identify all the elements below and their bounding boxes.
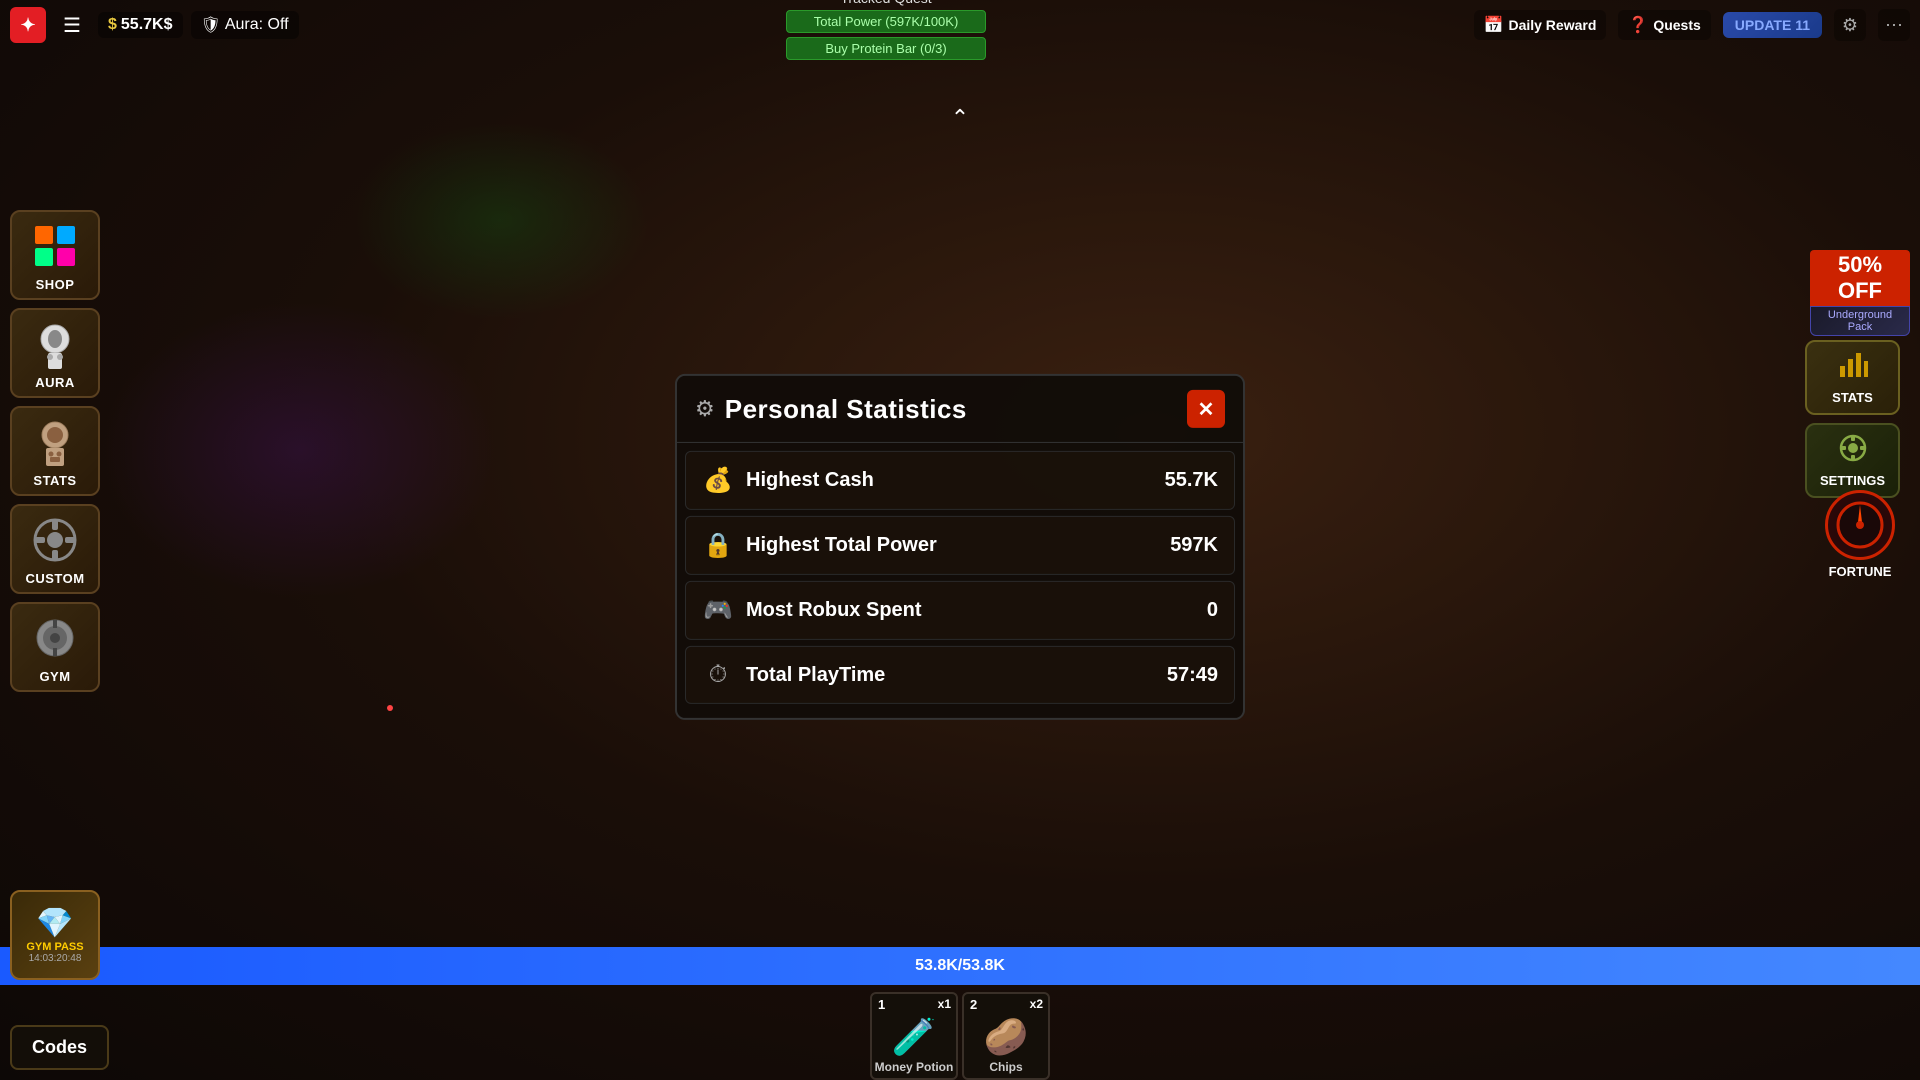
- tracked-quest-label: Tracked Quest: [840, 0, 931, 6]
- cash-display: $ 55.7K$: [98, 12, 183, 38]
- stat-row-2: 🎮 Most Robux Spent 0: [685, 581, 1235, 640]
- fortune-btn[interactable]: FORTUNE: [1810, 490, 1910, 590]
- aura-label-sidebar: AURA: [35, 375, 75, 390]
- right-sidebar: STATS SETTINGS: [1805, 340, 1900, 498]
- bg-green: [350, 120, 650, 320]
- stat-row-3: ⏱ Total PlayTime 57:49: [685, 646, 1235, 704]
- aura-label: Aura: Off: [225, 16, 289, 34]
- settings-panel-label: SETTINGS: [1820, 473, 1885, 488]
- stats-panel-icon: [1838, 351, 1868, 386]
- inv-slot-2-name: Chips: [989, 1060, 1022, 1074]
- daily-reward-icon: 📅: [1484, 15, 1504, 35]
- stat-row-0: 💰 Highest Cash 55.7K: [685, 451, 1235, 510]
- gym-pass-label: GYM PASS: [26, 941, 83, 953]
- fortune-label: FORTUNE: [1829, 564, 1892, 579]
- inventory-bar: 1 x1 🧪 Money Potion 2 x2 🥔 Chips: [870, 992, 1050, 1080]
- stat-icon-0: 💰: [702, 466, 734, 495]
- promo-pack-label: Underground Pack: [1810, 306, 1910, 336]
- menu-icon[interactable]: ☰: [54, 7, 90, 43]
- quest1-bar[interactable]: Total Power (597K/100K): [786, 10, 986, 33]
- sidebar-item-aura[interactable]: AURA: [10, 308, 100, 398]
- stat-name-0: Highest Cash: [746, 469, 1126, 492]
- aura-icon: 🛡: [201, 15, 221, 35]
- dialog-title: Personal Statistics: [725, 393, 967, 424]
- dialog-header-icon: ⚙: [695, 396, 715, 422]
- gym-icon-sidebar: [28, 610, 83, 665]
- promo-badge[interactable]: 50% OFF Underground Pack 19:01: [1810, 250, 1910, 335]
- stat-name-1: Highest Total Power: [746, 534, 1126, 557]
- topbar-center: Tracked Quest Total Power (597K/100K) Bu…: [299, 0, 1474, 60]
- inv-slot-1[interactable]: 1 x1 🧪 Money Potion: [870, 992, 958, 1080]
- stat-icon-1: 🔒: [702, 531, 734, 560]
- inv-slot-1-icon: 🧪: [892, 1016, 937, 1058]
- chevron-up-icon[interactable]: ⌃: [951, 105, 969, 131]
- inv-slot-2[interactable]: 2 x2 🥔 Chips: [962, 992, 1050, 1080]
- quests-btn[interactable]: ❓ Quests: [1618, 10, 1710, 40]
- roblox-icon[interactable]: ✦: [10, 7, 46, 43]
- stats-panel-btn[interactable]: STATS: [1805, 340, 1900, 415]
- stats-panel-label: STATS: [1832, 390, 1873, 405]
- aura-display: 🛡 Aura: Off: [191, 11, 299, 39]
- topbar: ✦ ☰ $ 55.7K$ 🛡 Aura: Off Tracked Quest T…: [0, 0, 1920, 50]
- gym-pass-time: 14:03:20:48: [29, 953, 82, 964]
- daily-reward-btn[interactable]: 📅 Daily Reward: [1474, 10, 1607, 40]
- stat-icon-2: 🎮: [702, 596, 734, 625]
- shop-icon: [28, 218, 83, 273]
- codes-btn[interactable]: Codes: [10, 1025, 109, 1070]
- sidebar-item-custom[interactable]: CUSTOM: [10, 504, 100, 594]
- personal-statistics-dialog: ⚙ Personal Statistics ✕ 💰 Highest Cash 5…: [675, 374, 1245, 720]
- more-options-icon[interactable]: ⋯: [1878, 9, 1910, 41]
- gym-pass-icon: 💎: [36, 906, 73, 941]
- inv-slot-2-icon: 🥔: [984, 1016, 1029, 1058]
- topbar-right: 📅 Daily Reward ❓ Quests UPDATE 11 ⚙ ⋯: [1474, 9, 1910, 41]
- xp-bar: 53.8K/53.8K: [0, 947, 1920, 985]
- promo-off: 50% OFF: [1810, 250, 1910, 306]
- gym-label-sidebar: GYM: [39, 669, 70, 684]
- settings-panel-btn[interactable]: SETTINGS: [1805, 423, 1900, 498]
- update-badge[interactable]: UPDATE 11: [1723, 12, 1822, 38]
- custom-icon-sidebar: [28, 512, 83, 567]
- stat-name-3: Total PlayTime: [746, 663, 1126, 686]
- stat-value-1: 597K: [1138, 534, 1218, 557]
- inv-slot-2-number: 2: [970, 997, 977, 1012]
- dialog-body: 💰 Highest Cash 55.7K 🔒 Highest Total Pow…: [677, 443, 1243, 718]
- quests-icon: ❓: [1628, 15, 1648, 35]
- sidebar-item-shop[interactable]: SHOP: [10, 210, 100, 300]
- sidebar-item-stats[interactable]: STATS: [10, 406, 100, 496]
- quest2-bar[interactable]: Buy Protein Bar (0/3): [786, 37, 986, 60]
- inv-slot-1-name: Money Potion: [875, 1060, 954, 1074]
- fortune-circle: [1825, 490, 1895, 560]
- inv-slot-2-count: x2: [1030, 997, 1043, 1011]
- xp-bar-container: 53.8K/53.8K: [0, 947, 1920, 985]
- stats-icon-sidebar: [28, 414, 83, 469]
- stat-value-0: 55.7K: [1138, 469, 1218, 492]
- stat-icon-3: ⏱: [702, 661, 734, 689]
- quests-label: Quests: [1653, 17, 1700, 33]
- gym-pass-btn[interactable]: 💎 GYM PASS 14:03:20:48: [10, 890, 100, 980]
- stat-name-2: Most Robux Spent: [746, 599, 1126, 622]
- inv-slot-1-count: x1: [938, 997, 951, 1011]
- bg-glow: [100, 300, 500, 600]
- stats-label-sidebar: STATS: [33, 473, 76, 488]
- cash-value: 55.7K$: [121, 16, 173, 34]
- gear-icon[interactable]: ⚙: [1834, 9, 1866, 41]
- aura-icon-sidebar: [28, 316, 83, 371]
- settings-panel-icon: [1839, 434, 1867, 469]
- custom-label-sidebar: CUSTOM: [25, 571, 84, 586]
- cursor: [387, 705, 393, 711]
- xp-bar-text: 53.8K/53.8K: [915, 957, 1005, 975]
- dialog-header: ⚙ Personal Statistics ✕: [677, 376, 1243, 443]
- stat-value-3: 57:49: [1138, 663, 1218, 686]
- left-sidebar: SHOP AURA STATS: [10, 210, 100, 692]
- sidebar-item-gym[interactable]: GYM: [10, 602, 100, 692]
- shop-label: SHOP: [36, 277, 75, 292]
- stat-row-1: 🔒 Highest Total Power 597K: [685, 516, 1235, 575]
- cash-icon: $: [108, 16, 117, 34]
- stat-value-2: 0: [1138, 599, 1218, 622]
- dialog-close-btn[interactable]: ✕: [1187, 390, 1225, 428]
- daily-reward-label: Daily Reward: [1508, 17, 1596, 33]
- inv-slot-1-number: 1: [878, 997, 885, 1012]
